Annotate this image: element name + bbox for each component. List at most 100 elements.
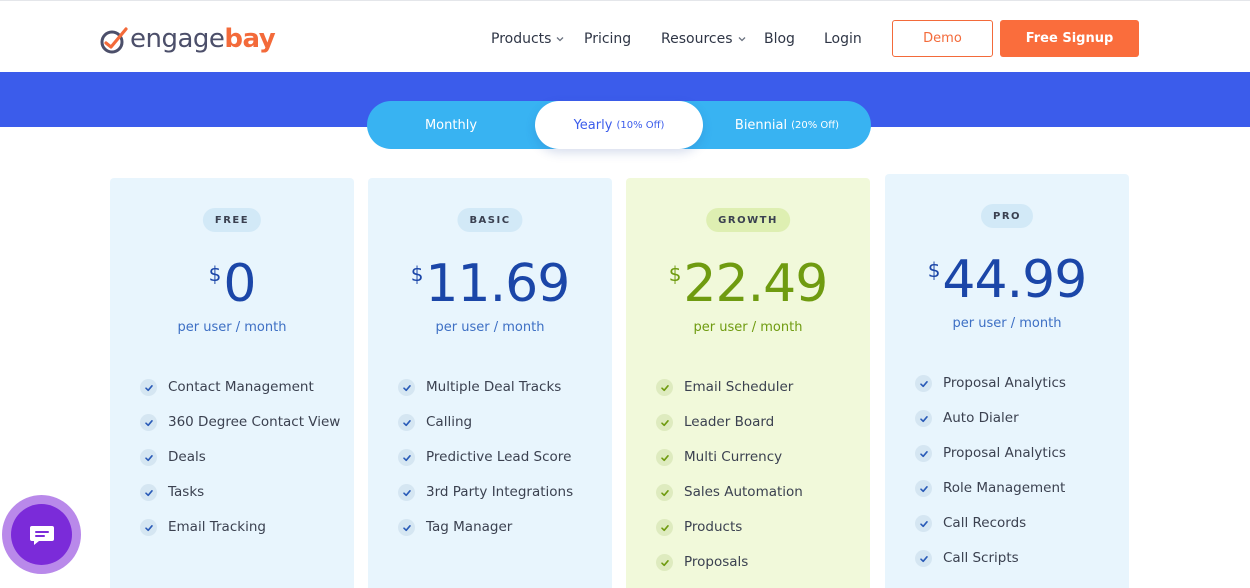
price-currency: $ <box>668 262 682 286</box>
check-icon <box>656 484 673 501</box>
nav-products-label: Products <box>491 31 552 47</box>
nav-login-label: Login <box>824 31 862 47</box>
feature-item: 360 Degree Contact View <box>140 411 342 433</box>
feature-item: Predictive Lead Score <box>398 446 600 468</box>
feature-item: Calling <box>398 411 600 433</box>
plan-badge: GROWTH <box>706 208 790 232</box>
billing-option-yearly[interactable]: Yearly (10% Off) <box>535 101 703 149</box>
check-icon <box>915 375 932 392</box>
feature-label: Role Management <box>943 480 1066 496</box>
billing-option-biennial[interactable]: Biennial (20% Off) <box>703 101 871 149</box>
feature-item: Contact Management <box>140 376 342 398</box>
feature-label: Call Records <box>943 515 1027 531</box>
nav-blog-label: Blog <box>764 31 795 47</box>
check-icon <box>915 480 932 497</box>
nav-resources[interactable]: Resources <box>661 28 747 50</box>
engagebay-logo[interactable]: engagebay <box>99 21 276 57</box>
check-icon <box>398 449 415 466</box>
billing-period-toggle: Monthly Yearly (10% Off) Biennial (20% O… <box>367 101 871 149</box>
chat-icon <box>29 525 54 545</box>
feature-label: Tag Manager <box>426 519 513 535</box>
plan-price: $ 44.99 <box>885 252 1129 308</box>
feature-item: Proposal Analytics <box>915 372 1117 394</box>
feature-label: Multi Currency <box>684 449 783 465</box>
feature-label: Sales Automation <box>684 484 803 500</box>
check-icon <box>140 379 157 396</box>
price-period: per user / month <box>952 316 1062 331</box>
plan-price: $ 0 <box>110 256 354 312</box>
feature-item: 3rd Party Integrations <box>398 481 600 503</box>
check-icon <box>656 379 673 396</box>
plan-price: $ 11.69 <box>368 256 612 312</box>
plan-badge: FREE <box>202 208 262 232</box>
feature-item: Products <box>656 516 858 538</box>
feature-item: Tag Manager <box>398 516 600 538</box>
plan-badge: PRO <box>980 204 1034 228</box>
nav-products[interactable]: Products <box>491 28 565 50</box>
chevron-down-icon <box>738 37 745 42</box>
logo-text: engagebay <box>130 24 276 54</box>
feature-label: Tasks <box>168 484 205 500</box>
feature-label: Multiple Deal Tracks <box>426 379 562 395</box>
price-currency: $ <box>208 262 222 286</box>
price-amount: 11.69 <box>425 254 570 314</box>
nav-resources-label: Resources <box>661 31 733 47</box>
price-amount: 22.49 <box>683 254 828 314</box>
feature-item: Proposal Analytics <box>915 442 1117 464</box>
demo-button[interactable]: Demo <box>892 20 993 57</box>
feature-list: Proposal Analytics Auto Dialer Proposal An… <box>915 372 1117 582</box>
feature-label: Proposals <box>684 554 749 570</box>
nav-login[interactable]: Login <box>824 28 862 50</box>
plan-card-pro: PRO $ 44.99 per user / month Proposal An… <box>885 174 1129 588</box>
check-icon <box>915 445 932 462</box>
nav-pricing[interactable]: Pricing <box>584 28 631 50</box>
check-icon <box>656 519 673 536</box>
check-icon <box>140 449 157 466</box>
feature-label: Call Scripts <box>943 550 1019 566</box>
chat-widget-button[interactable] <box>2 495 81 574</box>
feature-item: Email Scheduler <box>656 376 858 398</box>
feature-label: Proposal Analytics <box>943 375 1066 391</box>
price-period: per user / month <box>435 320 545 335</box>
plan-badge: BASIC <box>457 208 523 232</box>
feature-item: Auto Dialer <box>915 407 1117 429</box>
feature-item: Leader Board <box>656 411 858 433</box>
plan-card-free: FREE $ 0 per user / month Contact Manage… <box>110 178 354 588</box>
feature-item: Proposals <box>656 551 858 573</box>
billing-option-yearly-discount: (10% Off) <box>616 119 665 131</box>
plan-card-growth: GROWTH $ 22.49 per user / month Email Sc… <box>626 178 870 588</box>
check-icon <box>140 519 157 536</box>
feature-list: Email Scheduler Leader Board Multi Currenc… <box>656 376 858 586</box>
free-signup-button[interactable]: Free Signup <box>1000 20 1139 57</box>
feature-item: Multi Currency <box>656 446 858 468</box>
top-navbar: engagebay Products Pricing Resources Blo… <box>0 0 1250 72</box>
plan-price: $ 22.49 <box>626 256 870 312</box>
feature-label: Email Scheduler <box>684 379 794 395</box>
billing-option-monthly-label: Monthly <box>424 117 478 133</box>
billing-option-yearly-label: Yearly <box>573 117 613 133</box>
billing-option-monthly[interactable]: Monthly <box>367 101 535 149</box>
nav-pricing-label: Pricing <box>584 31 632 47</box>
nav-blog[interactable]: Blog <box>764 28 795 50</box>
check-icon <box>398 414 415 431</box>
feature-label: Contact Management <box>168 379 314 395</box>
check-icon <box>398 519 415 536</box>
feature-label: Calling <box>426 414 473 430</box>
feature-label: Leader Board <box>684 414 775 430</box>
price-currency: $ <box>927 258 941 282</box>
check-icon <box>915 515 932 532</box>
check-icon <box>915 410 932 427</box>
feature-label: Deals <box>168 449 206 465</box>
price-amount: 0 <box>223 254 256 314</box>
feature-item: Sales Automation <box>656 481 858 503</box>
check-icon <box>398 379 415 396</box>
billing-option-biennial-label: Biennial <box>734 117 788 133</box>
feature-label: 3rd Party Integrations <box>426 484 574 500</box>
feature-label: Auto Dialer <box>943 410 1019 426</box>
feature-label: 360 Degree Contact View <box>168 414 341 430</box>
price-period: per user / month <box>177 320 287 335</box>
price-period: per user / month <box>693 320 803 335</box>
check-icon <box>398 484 415 501</box>
feature-item: Email Tracking <box>140 516 342 538</box>
price-amount: 44.99 <box>942 250 1087 310</box>
